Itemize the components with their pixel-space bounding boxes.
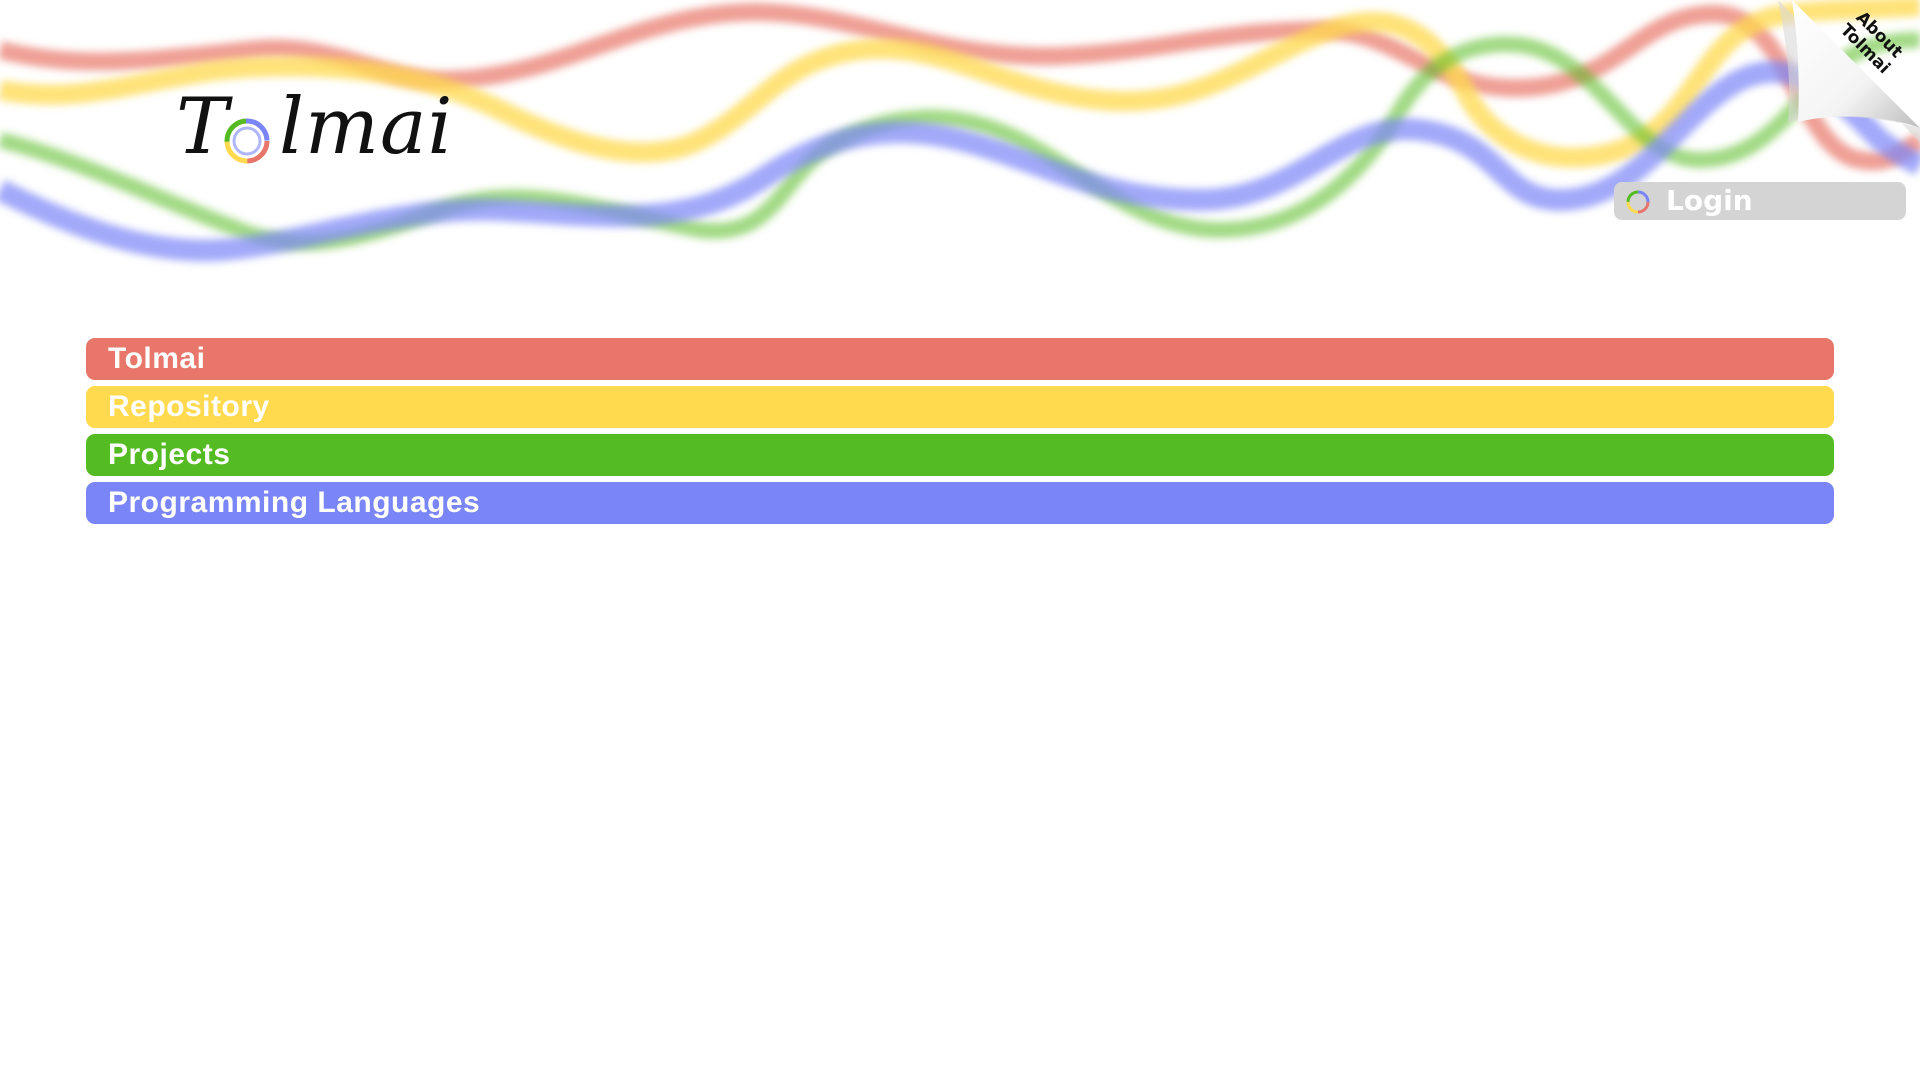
nav-item-repository[interactable]: Repository <box>86 386 1834 428</box>
logo-wordmark: Tlmai <box>176 82 453 172</box>
nav-item-label: Programming Languages <box>108 486 481 519</box>
login-label: Login <box>1666 184 1753 217</box>
tolmai-logo[interactable]: Tlmai <box>176 82 452 172</box>
ring-logo-icon <box>224 118 270 164</box>
page: Tlmai About Tolmai Login Tolmai Reposito… <box>0 0 1920 1080</box>
nav-item-tolmai[interactable]: Tolmai <box>86 338 1834 380</box>
main-nav: Tolmai Repository Projects Programming L… <box>86 338 1834 530</box>
nav-item-label: Tolmai <box>108 342 206 375</box>
nav-item-label: Repository <box>108 390 270 423</box>
nav-item-projects[interactable]: Projects <box>86 434 1834 476</box>
nav-item-label: Projects <box>108 438 231 471</box>
login-ring-icon <box>1626 190 1650 214</box>
login-button[interactable]: Login <box>1614 182 1906 220</box>
nav-item-programming-languages[interactable]: Programming Languages <box>86 482 1834 524</box>
logo-text-after: lmai <box>279 82 454 172</box>
